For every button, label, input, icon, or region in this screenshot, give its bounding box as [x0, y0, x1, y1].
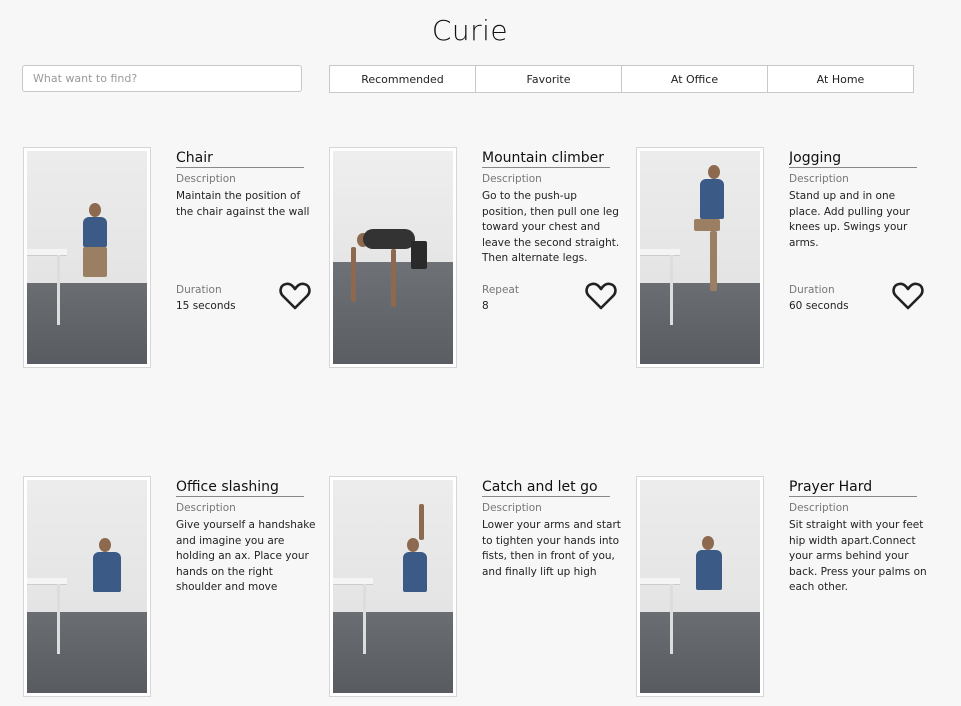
description-label: Description: [482, 502, 542, 514]
exercise-description: Go to the push-up position, then pull on…: [482, 190, 620, 265]
exercise-description: Stand up and in one place. Add pulling y…: [789, 190, 910, 249]
description-label: Description: [176, 502, 236, 514]
tab-recommended[interactable]: Recommended: [329, 65, 476, 93]
exercise-card-jogging[interactable]: Jogging Description Stand up and in one …: [636, 147, 936, 377]
exercise-name: Chair: [176, 150, 304, 168]
exercise-description: Maintain the position of the chair again…: [176, 190, 310, 218]
metric-label: Repeat: [482, 284, 519, 296]
description-label: Description: [789, 502, 849, 514]
exercise-name: Office slashing: [176, 479, 304, 497]
exercise-name: Mountain climber: [482, 150, 610, 168]
metric-label: Duration: [789, 284, 835, 296]
exercise-card-office-slashing[interactable]: Office slashing Description Give yoursel…: [23, 476, 323, 706]
exercise-card-mountain-climber[interactable]: Mountain climber Description Go to the p…: [329, 147, 629, 377]
description-label: Description: [482, 173, 542, 185]
tab-favorite[interactable]: Favorite: [475, 65, 622, 93]
heart-outline-icon[interactable]: [279, 281, 311, 311]
exercise-photo[interactable]: [636, 476, 764, 697]
page-title: Curie: [431, 14, 509, 47]
metric-value: 15 seconds: [176, 300, 236, 312]
metric-label: Duration: [176, 284, 222, 296]
tab-at-office[interactable]: At Office: [621, 65, 768, 93]
heart-outline-icon[interactable]: [892, 281, 924, 311]
exercise-photo[interactable]: [636, 147, 764, 368]
exercise-card-catch-and-let-go[interactable]: Catch and let go Description Lower your …: [329, 476, 629, 706]
exercise-description: Give yourself a handshake and imagine yo…: [176, 519, 316, 594]
exercise-name: Prayer Hard: [789, 479, 917, 497]
exercise-name: Jogging: [789, 150, 917, 168]
exercise-card-prayer-hard[interactable]: Prayer Hard Description Sit straight wit…: [636, 476, 936, 706]
exercise-name: Catch and let go: [482, 479, 610, 497]
metric-value: 8: [482, 300, 489, 312]
exercise-photo[interactable]: [329, 147, 457, 368]
exercise-photo[interactable]: [23, 476, 151, 697]
exercise-card-chair[interactable]: Chair Description Maintain the position …: [23, 147, 323, 377]
exercise-photo[interactable]: [329, 476, 457, 697]
exercise-description: Sit straight with your feet hip width ap…: [789, 519, 927, 594]
category-tabs: Recommended Favorite At Office At Home: [329, 65, 914, 93]
exercise-description: Lower your arms and start to tighten you…: [482, 519, 621, 578]
exercise-photo[interactable]: [23, 147, 151, 368]
tab-at-home[interactable]: At Home: [767, 65, 914, 93]
search-input[interactable]: [22, 65, 302, 92]
description-label: Description: [789, 173, 849, 185]
heart-outline-icon[interactable]: [585, 281, 617, 311]
description-label: Description: [176, 173, 236, 185]
metric-value: 60 seconds: [789, 300, 849, 312]
